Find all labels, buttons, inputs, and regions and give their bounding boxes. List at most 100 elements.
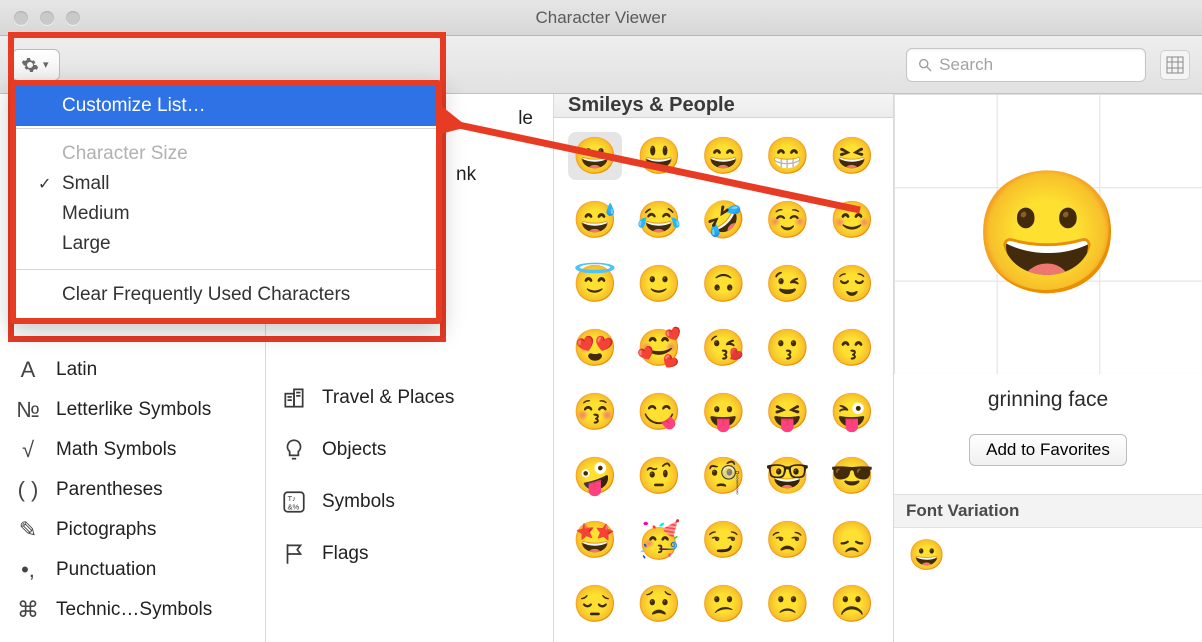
category-icon: [280, 385, 308, 411]
category-label: Travel & Places: [322, 387, 454, 409]
emoji-cell[interactable]: 😂: [632, 196, 686, 244]
sidebar-item[interactable]: ⌘ Technic…Symbols: [0, 590, 265, 630]
zoom-window-icon[interactable]: [66, 11, 80, 25]
svg-text:&%: &%: [288, 503, 300, 512]
checkmark-icon: ✓: [38, 174, 51, 194]
emoji-cell[interactable]: 😚: [568, 388, 622, 436]
emoji-cell[interactable]: 😘: [697, 324, 751, 372]
category-icon: A: [14, 357, 42, 383]
window-title: Character Viewer: [0, 8, 1202, 28]
emoji-cell[interactable]: 😄: [697, 132, 751, 180]
menu-clear-freq[interactable]: Clear Frequently Used Characters: [16, 272, 436, 318]
category-item[interactable]: Travel & Places: [266, 372, 553, 424]
close-window-icon[interactable]: [14, 11, 28, 25]
sidebar-item[interactable]: √Math Symbols: [0, 430, 265, 470]
emoji-cell[interactable]: 😉: [761, 260, 815, 308]
category-icon: [280, 541, 308, 567]
search-field[interactable]: [906, 48, 1146, 82]
category-item[interactable]: T♪&%Symbols: [266, 476, 553, 528]
sidebar-item-label: Letterlike Symbols: [56, 399, 211, 421]
category-item[interactable]: Objects: [266, 424, 553, 476]
emoji-cell[interactable]: 🙁: [761, 580, 815, 628]
emoji-cell[interactable]: 😜: [825, 388, 879, 436]
detail-panel: 😀 grinning face Add to Favorites Font Va…: [894, 94, 1202, 642]
category-label: Flags: [322, 543, 368, 565]
category-icon: T♪&%: [280, 489, 308, 515]
emoji-cell[interactable]: 🤣: [697, 196, 751, 244]
category-icon: [280, 437, 308, 463]
chevron-down-icon: ▾: [43, 58, 49, 71]
menu-size-small[interactable]: ✓Small: [16, 169, 436, 199]
emoji-cell[interactable]: 🤩: [568, 516, 622, 564]
search-input[interactable]: [939, 55, 1135, 75]
gear-icon: [21, 56, 39, 74]
sidebar-item[interactable]: ( ) Parentheses: [0, 470, 265, 510]
sidebar-item[interactable]: № Letterlike Symbols: [0, 390, 265, 430]
category-icon: №: [14, 397, 42, 423]
toggle-grid-button[interactable]: [1160, 50, 1190, 80]
sidebar-item[interactable]: •,Punctuation: [0, 550, 265, 590]
gear-dropdown: Customize List… Character Size ✓Small Me…: [10, 80, 442, 324]
emoji-cell[interactable]: 😅: [568, 196, 622, 244]
emoji-cell[interactable]: 😍: [568, 324, 622, 372]
sidebar-item-label: Technic…Symbols: [56, 599, 212, 621]
category-item[interactable]: Flags: [266, 528, 553, 580]
emoji-cell[interactable]: 😎: [825, 452, 879, 500]
emoji-cell[interactable]: 😏: [697, 516, 751, 564]
preview-emoji: 😀: [973, 164, 1122, 304]
emoji-cell[interactable]: 😟: [632, 580, 686, 628]
menu-size-medium[interactable]: Medium: [16, 199, 436, 229]
emoji-cell[interactable]: 🙂: [632, 260, 686, 308]
emoji-cell[interactable]: 🤓: [761, 452, 815, 500]
sidebar-item-label: Parentheses: [56, 479, 163, 501]
character-name: grinning face: [894, 388, 1202, 412]
emoji-cell[interactable]: 🧐: [697, 452, 751, 500]
menu-size-label: Character Size: [16, 139, 436, 169]
emoji-cell[interactable]: 😁: [761, 132, 815, 180]
grid-icon: [1166, 56, 1184, 74]
search-icon: [917, 56, 933, 74]
sidebar-item-label: Latin: [56, 359, 97, 381]
sidebar-item[interactable]: ✎ Pictographs: [0, 510, 265, 550]
category-icon: •,: [14, 557, 42, 583]
category-icon: √: [14, 437, 42, 463]
add-favorites-button[interactable]: Add to Favorites: [969, 434, 1127, 466]
category-icon: ( ): [14, 477, 42, 503]
emoji-cell[interactable]: 🥰: [632, 324, 686, 372]
svg-text:T♪: T♪: [288, 494, 296, 503]
category-icon: ⌘: [14, 597, 42, 623]
sidebar-item-label: Pictographs: [56, 519, 156, 541]
emoji-cell[interactable]: 🥳: [632, 516, 686, 564]
emoji-cell[interactable]: 🙃: [697, 260, 751, 308]
emoji-cell[interactable]: 😇: [568, 260, 622, 308]
emoji-cell[interactable]: 😝: [761, 388, 815, 436]
emoji-cell[interactable]: 😗: [761, 324, 815, 372]
emoji-cell[interactable]: 😃: [632, 132, 686, 180]
category-label: Objects: [322, 439, 386, 461]
emoji-cell[interactable]: ☹️: [825, 580, 879, 628]
minimize-window-icon[interactable]: [40, 11, 54, 25]
emoji-cell[interactable]: 😌: [825, 260, 879, 308]
emoji-cell[interactable]: 😔: [568, 580, 622, 628]
emoji-cell[interactable]: 😛: [697, 388, 751, 436]
menu-customize-list[interactable]: Customize List…: [16, 86, 436, 126]
preview-area: 😀: [894, 94, 1202, 374]
emoji-cell[interactable]: 😒: [761, 516, 815, 564]
emoji-cell[interactable]: 😋: [632, 388, 686, 436]
menu-size-large[interactable]: Large: [16, 229, 436, 259]
category-label-partial: le: [518, 108, 533, 130]
emoji-cell[interactable]: 😀: [568, 132, 622, 180]
font-variation-sample[interactable]: 😀: [894, 528, 1202, 583]
emoji-cell[interactable]: 😙: [825, 324, 879, 372]
category-icon: ✎: [14, 517, 42, 543]
emoji-cell[interactable]: 😕: [697, 580, 751, 628]
emoji-cell[interactable]: 🤪: [568, 452, 622, 500]
font-variation-header: Font Variation: [894, 494, 1202, 528]
emoji-cell[interactable]: 😊: [825, 196, 879, 244]
sidebar-item[interactable]: A Latin: [0, 350, 265, 390]
emoji-cell[interactable]: ☺️: [761, 196, 815, 244]
emoji-cell[interactable]: 😞: [825, 516, 879, 564]
gear-menu-button[interactable]: ▾: [12, 49, 60, 81]
emoji-cell[interactable]: 😆: [825, 132, 879, 180]
emoji-cell[interactable]: 🤨: [632, 452, 686, 500]
